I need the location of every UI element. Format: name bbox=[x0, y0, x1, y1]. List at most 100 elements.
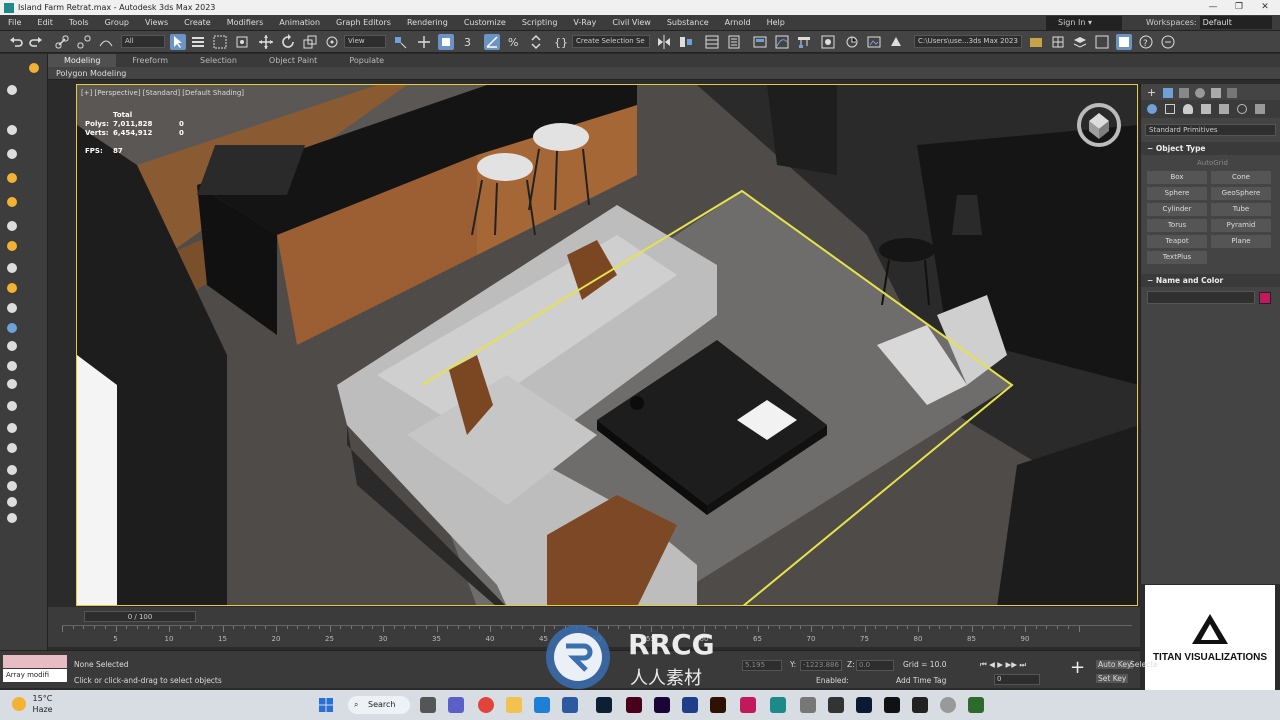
render-setup-icon[interactable] bbox=[844, 34, 860, 50]
curve-editor-icon[interactable] bbox=[774, 34, 790, 50]
placement-icon[interactable] bbox=[324, 34, 340, 50]
menu-graph-editors[interactable]: Graph Editors bbox=[328, 15, 399, 31]
y-coordinate-field[interactable]: -1223.886 bbox=[800, 660, 842, 671]
minimize-icon[interactable]: — bbox=[1200, 0, 1226, 15]
cylinder-icon[interactable] bbox=[4, 218, 20, 234]
teapot-icon[interactable] bbox=[4, 82, 20, 98]
playback-controls[interactable]: ⏮ ◀ ▶ ▶▶ ⏭ bbox=[980, 660, 1026, 670]
teams-icon[interactable] bbox=[448, 697, 464, 713]
autocad-icon[interactable] bbox=[740, 697, 756, 713]
cube-icon[interactable] bbox=[4, 146, 20, 162]
windows-start-icon[interactable] bbox=[318, 697, 334, 713]
toggle-ribbon-icon[interactable] bbox=[752, 34, 768, 50]
create-cylinder-button[interactable]: Cylinder bbox=[1147, 203, 1207, 216]
perspective-viewport[interactable]: [+] [Perspective] [Standard] [Default Sh… bbox=[76, 84, 1138, 606]
create-cone-button[interactable]: Cone bbox=[1211, 171, 1271, 184]
motion-tab-icon[interactable] bbox=[1195, 88, 1205, 98]
maxscript-input[interactable]: Array modifi bbox=[3, 669, 67, 682]
current-frame-field[interactable]: 0 bbox=[994, 674, 1040, 685]
app-icon-3[interactable] bbox=[828, 697, 844, 713]
name-color-rollout[interactable]: − Name and Color bbox=[1141, 274, 1280, 287]
select-manipulate-icon[interactable] bbox=[416, 34, 432, 50]
viewport-label[interactable]: [+] [Perspective] [Standard] [Default Sh… bbox=[81, 89, 244, 97]
sign-in-dropdown[interactable]: Sign In ▾ bbox=[1046, 16, 1122, 30]
hand-icon[interactable] bbox=[4, 398, 20, 414]
utilities-tab-icon[interactable] bbox=[1227, 88, 1237, 98]
set-key-button[interactable]: Set Key bbox=[1096, 674, 1129, 683]
helpers-icon[interactable] bbox=[1219, 104, 1229, 114]
add-time-tag[interactable]: Add Time Tag bbox=[896, 676, 946, 685]
cameras-icon[interactable] bbox=[1201, 104, 1211, 114]
z-coordinate-field[interactable]: 0.0 bbox=[856, 660, 894, 671]
helper-icon[interactable] bbox=[4, 238, 20, 254]
menu-help[interactable]: Help bbox=[759, 15, 793, 31]
unreal-icon[interactable] bbox=[912, 697, 928, 713]
named-selection-sets-dropdown[interactable]: Create Selection Se bbox=[572, 35, 650, 48]
bind-spacewarp-icon[interactable] bbox=[98, 34, 114, 50]
circle-icon[interactable] bbox=[4, 462, 20, 478]
menu-animation[interactable]: Animation bbox=[271, 15, 328, 31]
object-color-swatch[interactable] bbox=[1259, 291, 1271, 304]
menu-arnold[interactable]: Arnold bbox=[717, 15, 759, 31]
selected-keyfilter[interactable]: Selecte bbox=[1130, 660, 1158, 669]
render-icon[interactable] bbox=[4, 338, 20, 354]
premiere-icon[interactable] bbox=[654, 697, 670, 713]
align-icon[interactable] bbox=[678, 34, 694, 50]
create-tube-button[interactable]: Tube bbox=[1211, 203, 1271, 216]
add-key-icon[interactable]: + bbox=[1070, 657, 1085, 678]
undo-icon[interactable] bbox=[8, 34, 24, 50]
menu-rendering[interactable]: Rendering bbox=[399, 15, 456, 31]
menu-substance[interactable]: Substance bbox=[659, 15, 717, 31]
create-box-button[interactable]: Box bbox=[1147, 171, 1207, 184]
indesign-icon[interactable] bbox=[626, 697, 642, 713]
object-type-rollout[interactable]: − Object Type bbox=[1141, 142, 1280, 155]
camera-icon[interactable] bbox=[4, 122, 20, 138]
rotate-icon[interactable] bbox=[280, 34, 296, 50]
create-teapot-button[interactable]: Teapot bbox=[1147, 235, 1207, 248]
menu-edit[interactable]: Edit bbox=[29, 15, 61, 31]
chrome-icon[interactable] bbox=[478, 697, 494, 713]
app-icon-1[interactable] bbox=[562, 697, 578, 713]
create-textplus-button[interactable]: TextPlus bbox=[1147, 251, 1207, 264]
x-coordinate-field[interactable]: 5.195 bbox=[742, 660, 782, 671]
mirror-icon[interactable] bbox=[656, 34, 672, 50]
spinner-snap-icon[interactable] bbox=[528, 34, 544, 50]
layer-icon[interactable] bbox=[4, 510, 20, 526]
menu-views[interactable]: Views bbox=[137, 15, 176, 31]
lights-icon[interactable] bbox=[1183, 104, 1193, 114]
menu-modifiers[interactable]: Modifiers bbox=[219, 15, 272, 31]
spacewarps-icon[interactable] bbox=[1237, 104, 1247, 114]
photoshop-icon[interactable] bbox=[596, 697, 612, 713]
modifier-icon[interactable] bbox=[4, 300, 20, 316]
layer-explorer-icon[interactable] bbox=[726, 34, 742, 50]
create-pyramid-button[interactable]: Pyramid bbox=[1211, 219, 1271, 232]
selection-filter-dropdown[interactable]: All bbox=[121, 35, 165, 48]
sun-icon[interactable] bbox=[4, 194, 20, 210]
schematic-view-icon[interactable] bbox=[796, 34, 812, 50]
weather-widget[interactable]: 15°C Haze bbox=[12, 693, 53, 715]
create-tab-icon[interactable]: + bbox=[1147, 87, 1157, 98]
systems-icon[interactable] bbox=[1255, 104, 1265, 114]
particle-icon[interactable] bbox=[4, 280, 20, 296]
epic-games-icon[interactable] bbox=[884, 697, 900, 713]
app-icon-5[interactable] bbox=[968, 697, 984, 713]
material-editor-icon[interactable] bbox=[820, 34, 836, 50]
menu-group[interactable]: Group bbox=[97, 15, 137, 31]
ribbon-tab-object-paint[interactable]: Object Paint bbox=[253, 54, 333, 67]
scene-explorer-icon[interactable] bbox=[704, 34, 720, 50]
viewport-layout-icon[interactable] bbox=[1094, 34, 1110, 50]
command-panel-toggle-icon[interactable] bbox=[1116, 34, 1132, 50]
menu-file[interactable]: File bbox=[0, 15, 29, 31]
ribbon-tab-populate[interactable]: Populate bbox=[333, 54, 400, 67]
task-view-icon[interactable] bbox=[420, 697, 436, 713]
menu-customize[interactable]: Customize bbox=[456, 15, 514, 31]
percent-snap-icon[interactable]: % bbox=[506, 34, 522, 50]
hierarchy-tab-icon[interactable] bbox=[1179, 88, 1189, 98]
shapes-icon[interactable] bbox=[1165, 104, 1175, 114]
window-crossing-icon[interactable] bbox=[234, 34, 250, 50]
link-icon[interactable] bbox=[54, 34, 70, 50]
time-slider[interactable]: 0 / 100 bbox=[84, 611, 196, 622]
create-plane-button[interactable]: Plane bbox=[1211, 235, 1271, 248]
autogrid-checkbox[interactable]: AutoGrid bbox=[1141, 155, 1280, 167]
auto-key-button[interactable]: Auto Key bbox=[1096, 660, 1134, 669]
